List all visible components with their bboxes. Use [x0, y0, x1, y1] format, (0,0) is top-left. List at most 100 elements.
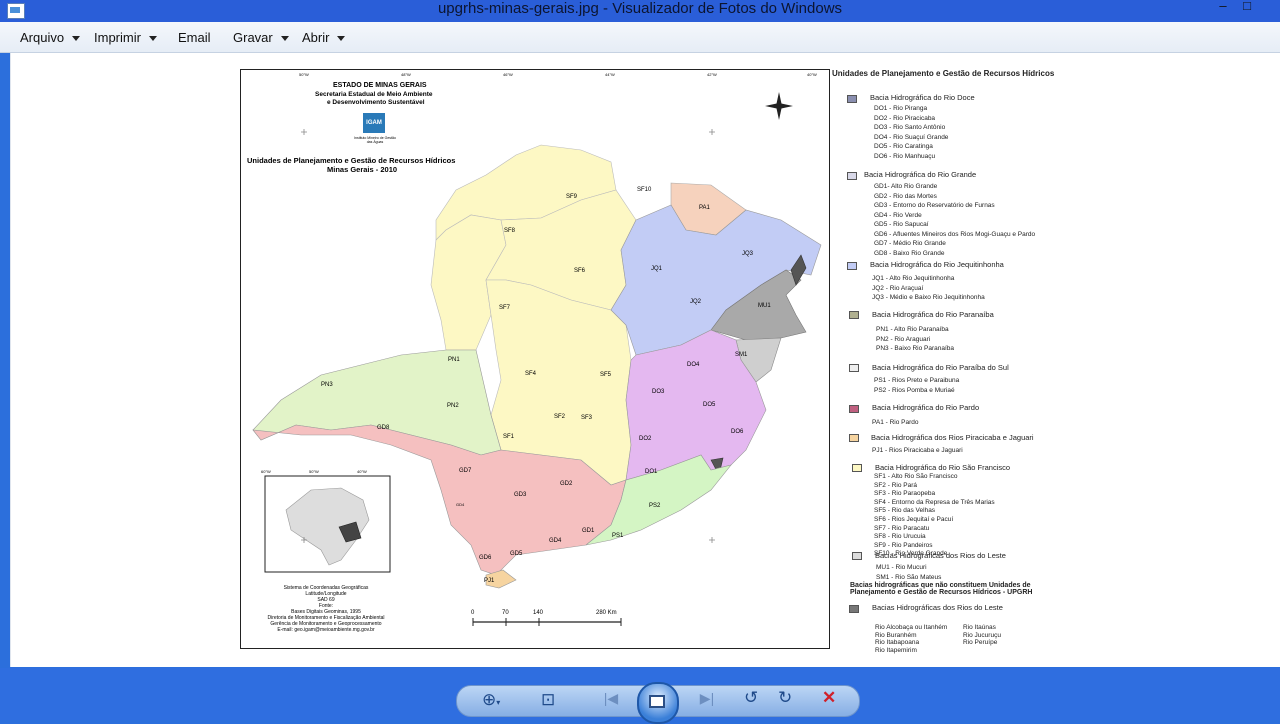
menu-gravar[interactable]: Gravar: [233, 30, 289, 45]
scale-label: 140: [533, 610, 544, 616]
map-tick-top: 44°W: [605, 72, 615, 77]
legend-items: MU1 - Rio Mucuri SM1 - Rio São Mateus: [876, 564, 942, 581]
legend-items: PS1 - Rios Preto e Paraibuna PS2 - Rios P…: [874, 377, 960, 394]
region-label: PJ1: [484, 578, 495, 584]
legend-swatch: [849, 405, 859, 413]
map-subtitle: Minas Gerais - 2010: [327, 165, 398, 174]
legend-items: PN1 - Alto Rio Paranaíba PN2 - Rio Aragua…: [876, 326, 955, 352]
inset-tick: 50°W: [309, 469, 319, 474]
region-label: GD7: [459, 468, 472, 474]
region-label: PA1: [699, 205, 710, 211]
legend-group: Bacia Hidrográfica do Rio Paraíba do Sul: [872, 363, 1009, 372]
legend-group: Bacias Hidrográficas dos Rios do Leste: [875, 551, 1006, 560]
legend-swatch: [852, 552, 862, 560]
title-bar: upgrhs-minas-gerais.jpg - Visualizador d…: [0, 0, 1280, 22]
region-label: GD3: [514, 492, 527, 498]
region-label: DO1: [645, 469, 658, 475]
non-upgrh-title: Bacias hidrográficas que não constituem …: [850, 582, 1033, 596]
legend-group: Bacias Hidrográficas dos Rios do Leste: [872, 603, 1003, 612]
region-label: SF5: [600, 372, 612, 378]
maximize-button[interactable]: □: [1236, 0, 1258, 14]
region-label: SF4: [525, 371, 537, 377]
map-image: ESTADO DE MINAS GERAIS Secretaria Estadu…: [240, 69, 830, 649]
region-label: DO4: [687, 362, 700, 368]
next-icon[interactable]: ▶|: [689, 690, 725, 707]
legend-rivers-col2: Rio Itaúnas Rio Jucuruçu Rio Peruípe: [963, 624, 1001, 646]
region-label: GD5: [510, 551, 523, 557]
rotate-right-icon[interactable]: ↻: [778, 688, 792, 708]
map-tick-top: 48°W: [401, 72, 411, 77]
menu-arquivo-label: Arquivo: [20, 30, 65, 45]
scale-label: 280 Km: [596, 610, 617, 616]
chevron-down-icon: [337, 36, 346, 42]
previous-icon[interactable]: |◀: [593, 690, 629, 707]
menu-abrir-label: Abrir: [302, 30, 330, 45]
chevron-down-icon: [280, 36, 289, 42]
region-label: PN2: [447, 403, 459, 409]
inset-tick: 40°W: [357, 469, 367, 474]
zoom-icon[interactable]: ⊕▾: [482, 690, 500, 710]
legend-swatch: [849, 311, 859, 319]
region-label: SF3: [581, 415, 593, 421]
legend-swatch: [847, 172, 857, 180]
map-title: Unidades de Planejamento e Gestão de Rec…: [247, 156, 456, 165]
legend-title: Unidades de Planejamento e Gestão de Rec…: [832, 69, 1055, 78]
region-label: GD4: [549, 538, 562, 544]
map-state-title: ESTADO DE MINAS GERAIS: [333, 82, 427, 89]
legend-swatch: [852, 464, 862, 472]
region-label: MU1: [758, 303, 771, 309]
region-label: DO5: [703, 402, 716, 408]
region-label: SF7: [499, 305, 511, 311]
menu-imprimir[interactable]: Imprimir: [94, 30, 157, 45]
region-label: GD8: [377, 425, 390, 431]
region-label: PS1: [612, 533, 624, 539]
map-tick-top: 42°W: [707, 72, 717, 77]
region-label: PS2: [649, 503, 661, 509]
region-label: GD1: [582, 528, 595, 534]
scale-label: 0: [471, 610, 475, 616]
map-tick-top: 40°W: [807, 72, 817, 77]
rotate-left-icon[interactable]: ↺: [744, 688, 758, 708]
region-label: DO2: [639, 436, 652, 442]
region-label: JQ3: [742, 251, 754, 257]
delete-icon[interactable]: ✕: [822, 688, 836, 708]
chevron-down-icon: [148, 36, 157, 42]
slideshow-icon: [649, 695, 665, 708]
map-secretariat-line1: Secretaria Estadual de Meio Ambiente: [315, 91, 433, 98]
region-label: PN3: [321, 382, 333, 388]
legend-group: Bacia Hidrográfica do Rio Pardo: [872, 403, 980, 412]
menu-abrir[interactable]: Abrir: [302, 30, 346, 45]
inset-tick: 60°W: [261, 469, 271, 474]
region-label: JQ2: [690, 299, 702, 305]
legend-items: PJ1 - Rios Piracicaba e Jaguari: [872, 447, 963, 454]
region-label: GD2: [560, 481, 573, 487]
menu-arquivo[interactable]: Arquivo: [20, 30, 81, 45]
chevron-down-icon: [72, 36, 81, 42]
region-label: SF8: [504, 228, 516, 234]
menu-email[interactable]: Email: [178, 30, 211, 45]
region-label: JQ1: [651, 266, 663, 272]
menu-email-label: Email: [178, 30, 211, 45]
minimize-button[interactable]: –: [1212, 0, 1234, 14]
legend-swatch: [849, 364, 859, 372]
igam-logo: IGAM: [363, 113, 385, 133]
region-label: SF2: [554, 414, 566, 420]
region-label: SF9: [566, 194, 578, 200]
region-label: GD6: [479, 555, 492, 561]
legend-group: Bacia Hidrográfica do Rio Doce: [870, 93, 975, 102]
actual-size-icon[interactable]: ⊡: [541, 690, 555, 710]
region-label: DO3: [652, 389, 665, 395]
slideshow-button[interactable]: [637, 682, 679, 724]
igam-logo-subtitle: Instituto Mineiro de Gestão das Águas: [354, 136, 396, 144]
legend-items: GD1- Alto Rio Grande GD2 - Rio das Mortes…: [874, 183, 1036, 257]
legend-items: DO1 - Rio Piranga DO2 - Rio Piracicaba DO3…: [874, 105, 949, 160]
menu-bar: Arquivo Imprimir Email Gravar Abrir: [0, 22, 1280, 53]
legend-group: Bacia Hidrográfica dos Rios Piracicaba e…: [871, 433, 1034, 442]
legend-group: Bacia Hidrográfica do Rio Grande: [864, 170, 977, 179]
window-title: upgrhs-minas-gerais.jpg - Visualizador d…: [437, 0, 843, 17]
region-label: SF1: [503, 434, 515, 440]
legend-swatch: [847, 262, 857, 270]
legend-swatch: [849, 605, 859, 613]
menu-gravar-label: Gravar: [233, 30, 273, 45]
legend-rivers-col1: Rio Alcobaça ou Itanhém Rio Buranhém Rio I…: [875, 624, 948, 654]
